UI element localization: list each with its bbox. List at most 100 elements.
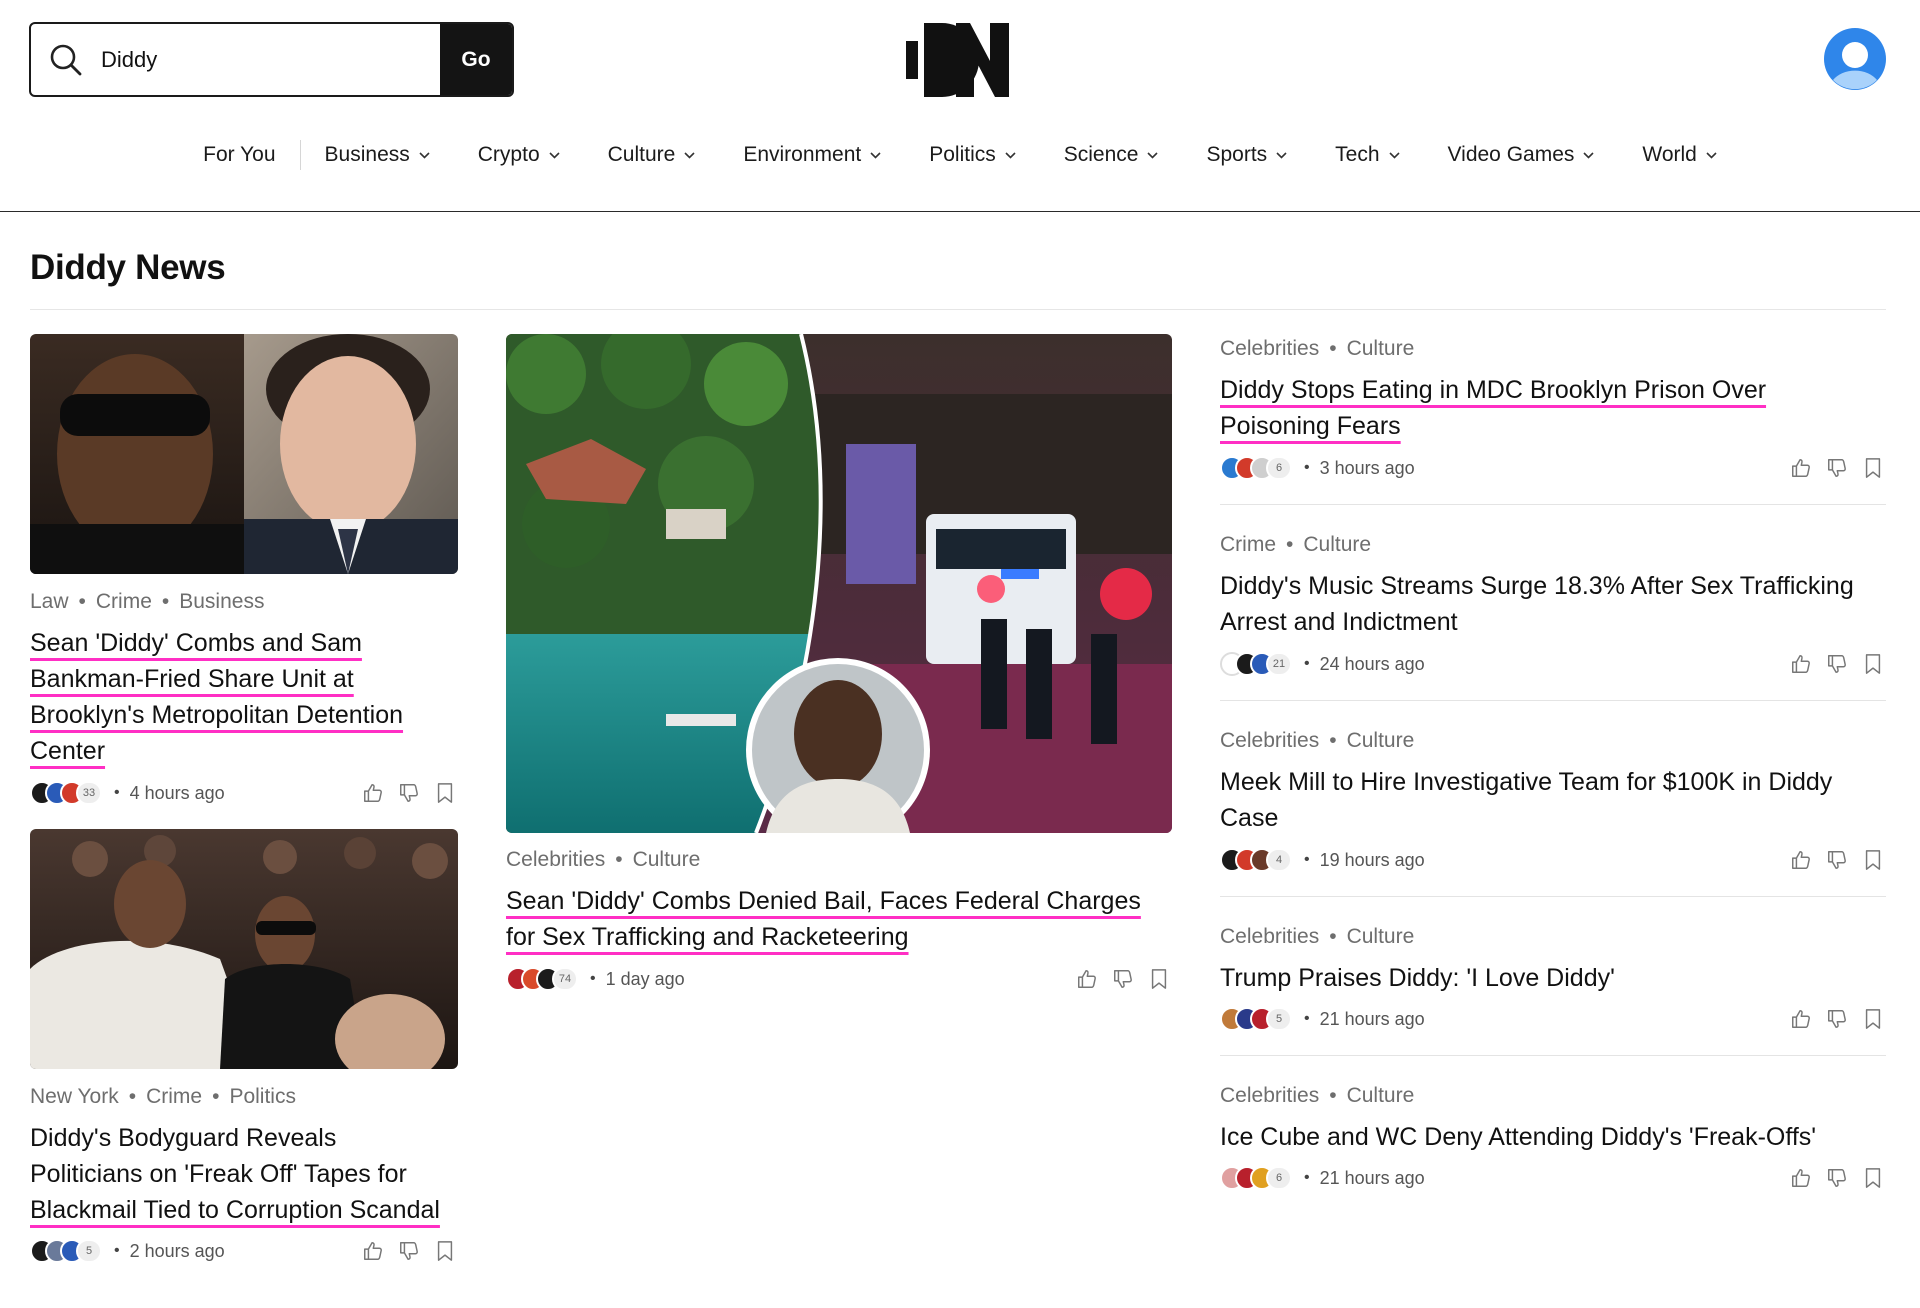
nav-item-culture[interactable]: Culture xyxy=(584,143,720,167)
tag[interactable]: Crime xyxy=(146,1085,202,1108)
thumbs-down-icon[interactable] xyxy=(1826,1167,1848,1189)
nav-label: World xyxy=(1642,143,1697,166)
thumbs-down-icon[interactable] xyxy=(1826,1008,1848,1030)
article-headline[interactable]: Trump Praises Diddy: 'I Love Diddy' xyxy=(1220,960,1900,996)
tag[interactable]: Culture xyxy=(1347,925,1415,948)
nav-item-science[interactable]: Science xyxy=(1040,143,1183,167)
article-headline[interactable]: Diddy's Bodyguard Reveals Politicians on … xyxy=(30,1120,470,1228)
thumbs-up-icon[interactable] xyxy=(1790,653,1812,675)
source-count: 6 xyxy=(1266,1166,1292,1190)
tag[interactable]: Law xyxy=(30,590,69,613)
bookmark-icon[interactable] xyxy=(1862,1167,1884,1189)
nav-item-world[interactable]: World xyxy=(1618,143,1740,167)
tag[interactable]: Culture xyxy=(1347,337,1415,360)
thumbs-up-icon[interactable] xyxy=(1790,1167,1812,1189)
article-meta: 4 • 19 hours ago xyxy=(1220,847,1425,873)
thumbs-down-icon[interactable] xyxy=(1826,457,1848,479)
article-thumbnail[interactable] xyxy=(30,334,458,574)
site-header: Go For You Business Crypto Culture Envir… xyxy=(0,0,1920,212)
source-avatars[interactable]: 5 xyxy=(30,1239,102,1263)
bookmark-icon[interactable] xyxy=(1862,849,1884,871)
tag[interactable]: Culture xyxy=(1347,729,1415,752)
bookmark-icon[interactable] xyxy=(434,782,456,804)
source-count: 21 xyxy=(1266,652,1292,676)
source-avatars[interactable]: 4 xyxy=(1220,848,1292,872)
source-avatars[interactable]: 74 xyxy=(506,967,578,991)
article-headline[interactable]: Diddy's Music Streams Surge 18.3% After … xyxy=(1220,568,1900,640)
nav-label: Sports xyxy=(1206,143,1268,166)
tag[interactable]: Celebrities xyxy=(1220,729,1319,752)
nav-item-for-you[interactable]: For You xyxy=(179,143,299,167)
thumbs-down-icon[interactable] xyxy=(398,782,420,804)
source-avatars[interactable]: 33 xyxy=(30,781,102,805)
thumbs-up-icon[interactable] xyxy=(1790,457,1812,479)
chevron-down-icon xyxy=(684,151,695,159)
bookmark-icon[interactable] xyxy=(1862,457,1884,479)
nav-item-environment[interactable]: Environment xyxy=(719,143,905,167)
bookmark-icon[interactable] xyxy=(1862,653,1884,675)
tag[interactable]: Culture xyxy=(1303,533,1371,556)
bookmark-icon[interactable] xyxy=(434,1240,456,1262)
tag[interactable]: Celebrities xyxy=(1220,925,1319,948)
thumbs-up-icon[interactable] xyxy=(362,1240,384,1262)
bookmark-icon[interactable] xyxy=(1862,1008,1884,1030)
go-button[interactable]: Go xyxy=(440,24,512,95)
source-avatars[interactable]: 21 xyxy=(1220,652,1292,676)
source-avatars[interactable]: 6 xyxy=(1220,456,1292,480)
source-avatars[interactable]: 6 xyxy=(1220,1166,1292,1190)
chevron-down-icon xyxy=(419,151,430,159)
thumbs-down-icon[interactable] xyxy=(1112,968,1134,990)
article-tags: Celebrities • Culture xyxy=(506,848,701,871)
chevron-down-icon xyxy=(549,151,560,159)
article-tags: Celebrities • Culture xyxy=(1220,925,1415,948)
nav-item-video-games[interactable]: Video Games xyxy=(1424,143,1619,167)
tag[interactable]: Politics xyxy=(229,1085,296,1108)
bookmark-icon[interactable] xyxy=(1148,968,1170,990)
article-headline[interactable]: Ice Cube and WC Deny Attending Diddy's '… xyxy=(1220,1119,1900,1155)
thumbs-up-icon[interactable] xyxy=(1076,968,1098,990)
tag[interactable]: Crime xyxy=(1220,533,1276,556)
nav-label: Culture xyxy=(607,143,676,166)
article-actions xyxy=(1790,455,1884,481)
nav-item-crypto[interactable]: Crypto xyxy=(454,143,584,167)
tag[interactable]: Celebrities xyxy=(1220,337,1319,360)
user-avatar-icon[interactable] xyxy=(1824,28,1886,90)
featured-article-image[interactable] xyxy=(506,334,1172,833)
article-headline[interactable]: Diddy Stops Eating in MDC Brooklyn Priso… xyxy=(1220,372,1886,444)
article-headline[interactable]: Sean 'Diddy' Combs and Sam Bankman-Fried … xyxy=(30,625,460,769)
timestamp: 4 hours ago xyxy=(129,782,225,803)
thumbs-down-icon[interactable] xyxy=(1826,653,1848,675)
article-actions xyxy=(1790,651,1884,677)
thumbs-up-icon[interactable] xyxy=(1790,1008,1812,1030)
tag[interactable]: Crime xyxy=(96,590,152,613)
tag[interactable]: Business xyxy=(179,590,264,613)
article-meta: 6 • 21 hours ago xyxy=(1220,1165,1425,1191)
thumbs-down-icon[interactable] xyxy=(1826,849,1848,871)
thumbs-up-icon[interactable] xyxy=(1790,849,1812,871)
tag[interactable]: Celebrities xyxy=(506,848,605,871)
article-headline[interactable]: Sean 'Diddy' Combs Denied Bail, Faces Fe… xyxy=(506,883,1186,955)
tag[interactable]: Celebrities xyxy=(1220,1084,1319,1107)
nav-label: Politics xyxy=(929,143,996,166)
nav-item-politics[interactable]: Politics xyxy=(905,143,1040,167)
source-avatars[interactable]: 5 xyxy=(1220,1007,1292,1031)
site-logo[interactable] xyxy=(906,23,1009,97)
thumbs-up-icon[interactable] xyxy=(362,782,384,804)
search-input[interactable] xyxy=(101,24,440,95)
timestamp: 19 hours ago xyxy=(1319,849,1425,870)
tag[interactable]: Culture xyxy=(633,848,701,871)
chevron-down-icon xyxy=(1706,151,1717,159)
nav-item-tech[interactable]: Tech xyxy=(1311,143,1423,167)
nav-item-sports[interactable]: Sports xyxy=(1182,143,1311,167)
nav-item-business[interactable]: Business xyxy=(301,143,454,167)
article-headline[interactable]: Meek Mill to Hire Investigative Team for… xyxy=(1220,764,1900,836)
thumbs-down-icon[interactable] xyxy=(398,1240,420,1262)
tag[interactable]: Culture xyxy=(1347,1084,1415,1107)
divider xyxy=(1220,700,1886,701)
article-actions xyxy=(1790,1165,1884,1191)
tag[interactable]: New York xyxy=(30,1085,119,1108)
chevron-down-icon xyxy=(1583,151,1594,159)
timestamp: 21 hours ago xyxy=(1319,1167,1425,1188)
chevron-down-icon xyxy=(1005,151,1016,159)
article-thumbnail[interactable] xyxy=(30,829,458,1069)
